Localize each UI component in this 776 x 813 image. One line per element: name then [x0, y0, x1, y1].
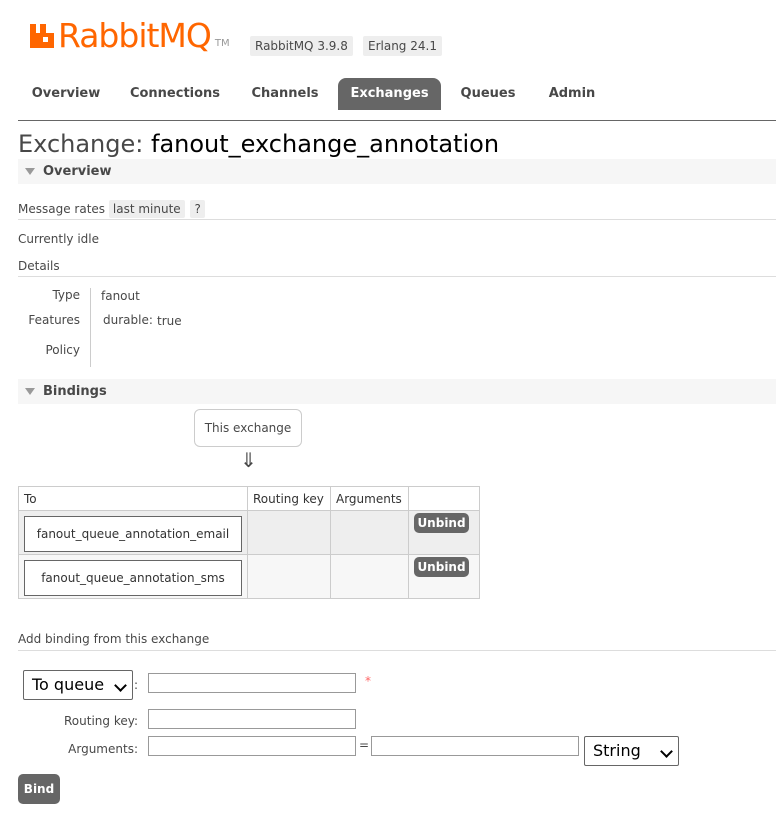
- colon-label: :: [134, 678, 139, 692]
- to-cell: fanout_queue_annotation_sms: [18, 554, 248, 599]
- argument-type-value: String: [593, 741, 641, 760]
- unbind-button[interactable]: Unbind: [414, 557, 469, 577]
- message-rates-label: Message rates: [18, 202, 106, 216]
- divider: [18, 219, 776, 220]
- column-header-routing-key: Routing key: [247, 486, 331, 511]
- tab-queues[interactable]: Queues: [448, 78, 528, 110]
- feature-durable-value: true: [157, 314, 182, 328]
- chevron-down-icon: [114, 679, 127, 692]
- action-cell: Unbind: [408, 510, 480, 555]
- column-header-actions: [408, 486, 480, 511]
- action-cell: Unbind: [408, 554, 480, 599]
- routing-key-cell: [247, 554, 331, 599]
- tab-channels[interactable]: Channels: [240, 78, 330, 110]
- column-header-arguments: Arguments: [330, 486, 409, 511]
- queue-link[interactable]: fanout_queue_annotation_sms: [24, 560, 242, 596]
- destination-type-select[interactable]: To queue: [23, 670, 133, 700]
- table-row: fanout_queue_annotation_email Unbind: [18, 510, 480, 555]
- page-title-prefix: Exchange:: [18, 130, 144, 158]
- argument-value-input[interactable]: [371, 736, 579, 756]
- rabbit-logo-icon: [30, 24, 54, 48]
- unbind-button[interactable]: Unbind: [414, 513, 469, 533]
- destination-type-value: To queue: [32, 675, 105, 694]
- routing-key-cell: [247, 510, 331, 555]
- bindings-section-label: Bindings: [43, 384, 107, 399]
- logo-text: RabbitMQ: [58, 16, 212, 55]
- to-cell: fanout_queue_annotation_email: [18, 510, 248, 555]
- feature-durable-key: durable:: [103, 313, 153, 327]
- divider: [18, 276, 776, 277]
- logo-trademark: TM: [214, 38, 230, 49]
- routing-key-input[interactable]: [148, 709, 356, 729]
- table-row: fanout_queue_annotation_sms Unbind: [18, 554, 480, 599]
- overview-section-header[interactable]: Overview: [18, 159, 776, 184]
- tab-exchanges[interactable]: Exchanges: [338, 78, 441, 110]
- exchange-name: fanout_exchange_annotation: [151, 130, 500, 158]
- argument-key-input[interactable]: [148, 736, 356, 756]
- queue-link[interactable]: fanout_queue_annotation_email: [24, 516, 242, 552]
- tab-admin[interactable]: Admin: [536, 78, 608, 110]
- down-arrow-icon: ⇓: [240, 448, 257, 472]
- policy-label: Policy: [45, 343, 80, 357]
- arguments-cell: [330, 510, 409, 555]
- collapse-triangle-icon: [25, 388, 35, 395]
- version-badge: RabbitMQ 3.9.8: [250, 36, 353, 56]
- type-value: fanout: [101, 289, 140, 303]
- chevron-down-icon: [660, 745, 673, 758]
- collapse-triangle-icon: [25, 168, 35, 175]
- routing-key-label: Routing key:: [64, 714, 138, 728]
- this-exchange-box: This exchange: [194, 409, 302, 447]
- tab-connections[interactable]: Connections: [124, 78, 226, 110]
- help-button[interactable]: ?: [190, 200, 205, 218]
- type-label: Type: [52, 288, 80, 302]
- column-header-to: To: [18, 486, 248, 511]
- erlang-badge: Erlang 24.1: [363, 36, 442, 56]
- status-text: Currently idle: [18, 232, 99, 246]
- rabbitmq-logo[interactable]: RabbitMQ TM: [30, 18, 230, 54]
- features-label: Features: [28, 313, 80, 327]
- bindings-section-header[interactable]: Bindings: [18, 379, 776, 404]
- table-header-row: To Routing key Arguments: [18, 486, 480, 511]
- rate-period-selector[interactable]: last minute: [108, 200, 185, 218]
- argument-type-select[interactable]: String: [584, 736, 679, 766]
- divider: [18, 650, 776, 651]
- tab-overview[interactable]: Overview: [18, 78, 114, 110]
- bind-button[interactable]: Bind: [18, 774, 60, 804]
- required-marker: *: [365, 674, 371, 688]
- equals-label: =: [359, 738, 370, 752]
- arguments-label: Arguments:: [68, 742, 138, 756]
- arguments-cell: [330, 554, 409, 599]
- details-divider: [90, 288, 91, 367]
- overview-section-label: Overview: [43, 164, 112, 179]
- details-label: Details: [18, 259, 60, 273]
- page-title: Exchange: fanout_exchange_annotation: [18, 130, 499, 158]
- destination-input[interactable]: [148, 673, 356, 693]
- bindings-table: To Routing key Arguments fanout_queue_an…: [18, 486, 480, 599]
- main-nav: Overview Connections Channels Exchanges …: [18, 78, 776, 121]
- add-binding-title: Add binding from this exchange: [18, 632, 210, 646]
- message-rates-row: Message rates last minute ?: [18, 200, 205, 218]
